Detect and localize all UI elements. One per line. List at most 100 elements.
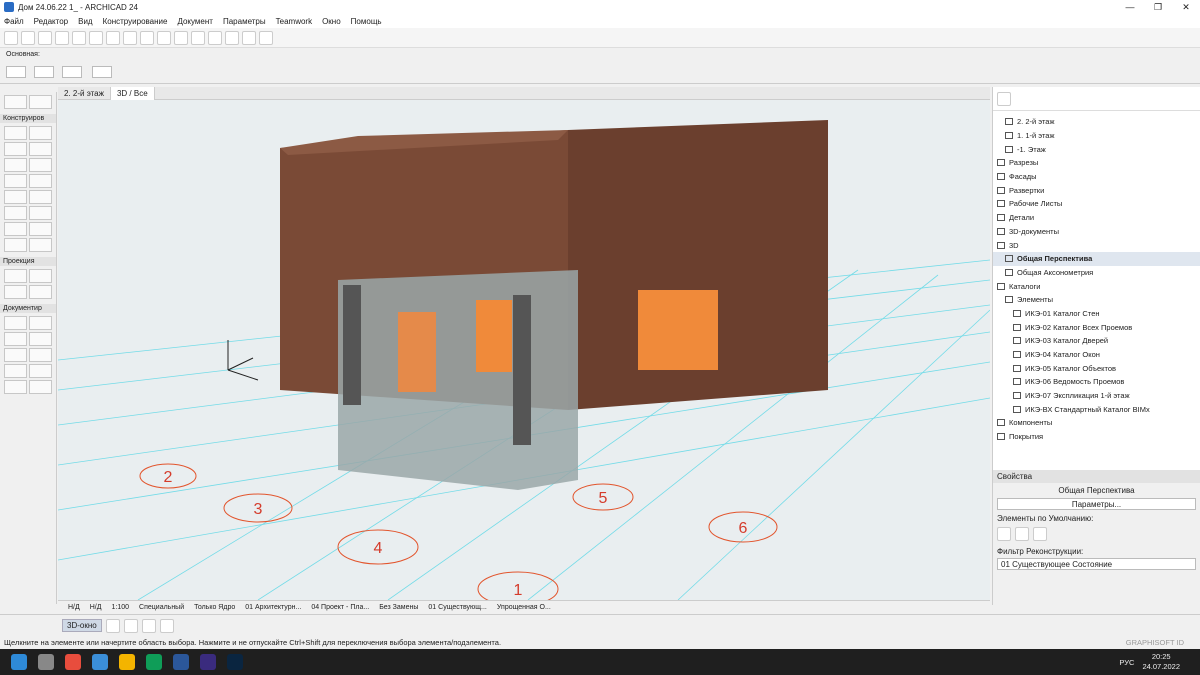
shell-tool-icon[interactable] <box>29 158 52 172</box>
defaults-layers-icon[interactable] <box>1033 527 1047 541</box>
navigator-item[interactable]: ИКЭ-ВХ Стандартный Каталог BIMx <box>993 402 1200 416</box>
navigator-item[interactable]: -1. Этаж <box>993 142 1200 156</box>
navigator-item[interactable]: Разрезы <box>993 156 1200 170</box>
section-tool-icon[interactable] <box>4 269 27 283</box>
graphisoft-id[interactable]: GRAPHISOFT ID <box>1126 638 1184 647</box>
geometry-method-control[interactable] <box>34 66 54 78</box>
navigator-item[interactable]: 3D <box>993 238 1200 252</box>
navigator-item[interactable]: 1. 1-й этаж <box>993 129 1200 143</box>
skylight-tool-icon[interactable] <box>29 206 52 220</box>
dimension-style-select[interactable]: Упрощенная О... <box>497 604 551 611</box>
wall-tool-icon[interactable] <box>4 126 27 140</box>
dimension-tool-icon[interactable] <box>4 316 27 330</box>
snap-icon[interactable] <box>106 30 120 45</box>
navigator-item[interactable]: ИКЭ-01 Каталог Стен <box>993 307 1200 321</box>
lock-icon[interactable] <box>157 30 171 45</box>
toolbox-section-design[interactable]: Конструиров <box>0 114 56 123</box>
roof-tool-icon[interactable] <box>4 158 27 172</box>
navigator-item[interactable]: 2. 2-й этаж <box>993 115 1200 129</box>
stair-tool-icon[interactable] <box>4 174 27 188</box>
navigator-item[interactable]: Общая Перспектива <box>993 251 1200 266</box>
door-tool-icon[interactable] <box>29 190 52 204</box>
chrome-icon[interactable] <box>119 654 135 670</box>
undo-icon[interactable] <box>4 30 18 45</box>
pick-up-icon[interactable] <box>38 30 52 45</box>
graphic-override-select[interactable]: Без Замены <box>379 604 418 611</box>
walk-icon[interactable] <box>105 618 120 633</box>
magic-wand-icon[interactable] <box>72 30 86 45</box>
window-tool-icon[interactable] <box>4 206 27 220</box>
renovation-select[interactable]: 01 Существующ... <box>428 604 486 611</box>
navigator-item[interactable]: ИКЭ-07 Экспликация 1-й этаж <box>993 389 1200 403</box>
fill-tool-icon[interactable] <box>4 348 27 362</box>
start-icon[interactable] <box>11 654 27 670</box>
settings-button[interactable]: Параметры... <box>997 498 1196 510</box>
archicad-taskbar-icon[interactable] <box>200 654 216 670</box>
explore-icon[interactable] <box>141 618 156 633</box>
navigator-item[interactable]: ИКЭ-05 Каталог Объектов <box>993 361 1200 375</box>
3d-viewport[interactable]: 2 3 4 5 6 1 <box>58 100 990 600</box>
menu-window[interactable]: Окно <box>322 17 341 26</box>
renovation-filter-select[interactable]: 01 Существующее Состояние <box>997 558 1196 570</box>
navigator-item[interactable]: Развертки <box>993 183 1200 197</box>
menu-file[interactable]: Файл <box>4 17 24 26</box>
language-indicator[interactable]: РУС <box>1119 658 1134 667</box>
column-tool-icon[interactable] <box>29 126 52 140</box>
3d-window-button[interactable]: 3D-окно <box>62 619 102 632</box>
yandex-icon[interactable] <box>65 654 81 670</box>
search-icon[interactable] <box>38 654 54 670</box>
navigator-item[interactable]: ИКЭ-04 Каталог Окон <box>993 348 1200 362</box>
object-tool-icon[interactable] <box>4 222 27 236</box>
tab-3d[interactable]: 3D / Все <box>110 86 155 100</box>
navigator-item[interactable]: 3D-документы <box>993 225 1200 239</box>
navigator-item[interactable]: ИКЭ-06 Ведомость Проемов <box>993 375 1200 389</box>
defaults-print-icon[interactable] <box>1015 527 1029 541</box>
railing-tool-icon[interactable] <box>29 174 52 188</box>
slab-tool-icon[interactable] <box>29 142 52 156</box>
structure-display-select[interactable]: Только Ядро <box>194 604 235 611</box>
spreadsheet-icon[interactable] <box>146 654 162 670</box>
arc-tool-icon[interactable] <box>4 364 27 378</box>
line-tool-icon[interactable] <box>29 348 52 362</box>
minimize-button[interactable]: — <box>1116 2 1144 13</box>
redo-icon[interactable] <box>21 30 35 45</box>
grid-icon[interactable] <box>123 30 137 45</box>
navigator-item[interactable]: Общая Аксонометрия <box>993 266 1200 280</box>
marquee-tool-icon[interactable] <box>29 95 52 109</box>
curtain-wall-tool-icon[interactable] <box>4 190 27 204</box>
menu-teamwork[interactable]: Teamwork <box>276 17 312 26</box>
group-icon[interactable] <box>174 30 188 45</box>
polyline-tool-icon[interactable] <box>29 364 52 378</box>
camera-icon[interactable] <box>159 618 174 633</box>
navigator-item[interactable]: Детали <box>993 211 1200 225</box>
render-icon[interactable] <box>242 30 256 45</box>
label-tool-icon[interactable] <box>29 332 52 346</box>
navigator-item[interactable]: Элементы <box>993 293 1200 307</box>
navigator-item[interactable]: ИКЭ-02 Каталог Всех Проемов <box>993 320 1200 334</box>
spline-tool-icon[interactable] <box>4 380 27 394</box>
trim-icon[interactable] <box>208 30 222 45</box>
menu-edit[interactable]: Редактор <box>34 17 68 26</box>
scale-select[interactable]: 1:100 <box>112 604 130 611</box>
navigator-item[interactable]: Фасады <box>993 170 1200 184</box>
tab-floor-plan[interactable]: 2. 2-й этаж <box>58 86 111 100</box>
elevation-tool-icon[interactable] <box>29 269 52 283</box>
navigator-item[interactable]: Рабочие Листы <box>993 197 1200 211</box>
na-value[interactable]: Н/Д <box>68 604 80 611</box>
detail-tool-icon[interactable] <box>4 285 27 299</box>
model-view-select[interactable]: 04 Проект - Пла... <box>311 604 369 611</box>
menu-document[interactable]: Документ <box>177 17 213 26</box>
rotate-control[interactable] <box>62 66 82 78</box>
orbit-icon[interactable] <box>123 618 138 633</box>
pen-set-select[interactable]: 01 Архитектурн... <box>245 604 301 611</box>
layers-icon[interactable] <box>140 30 154 45</box>
navigator-item[interactable]: Каталоги <box>993 279 1200 293</box>
morph-tool-icon[interactable] <box>29 238 52 252</box>
menu-options[interactable]: Параметры <box>223 17 266 26</box>
menu-help[interactable]: Помощь <box>351 17 382 26</box>
properties-header[interactable]: Свойства <box>993 470 1200 483</box>
close-button[interactable]: ✕ <box>1172 2 1200 13</box>
toolbox-section-document[interactable]: Документир <box>0 304 56 313</box>
pointer-control[interactable] <box>92 66 112 78</box>
split-icon[interactable] <box>225 30 239 45</box>
